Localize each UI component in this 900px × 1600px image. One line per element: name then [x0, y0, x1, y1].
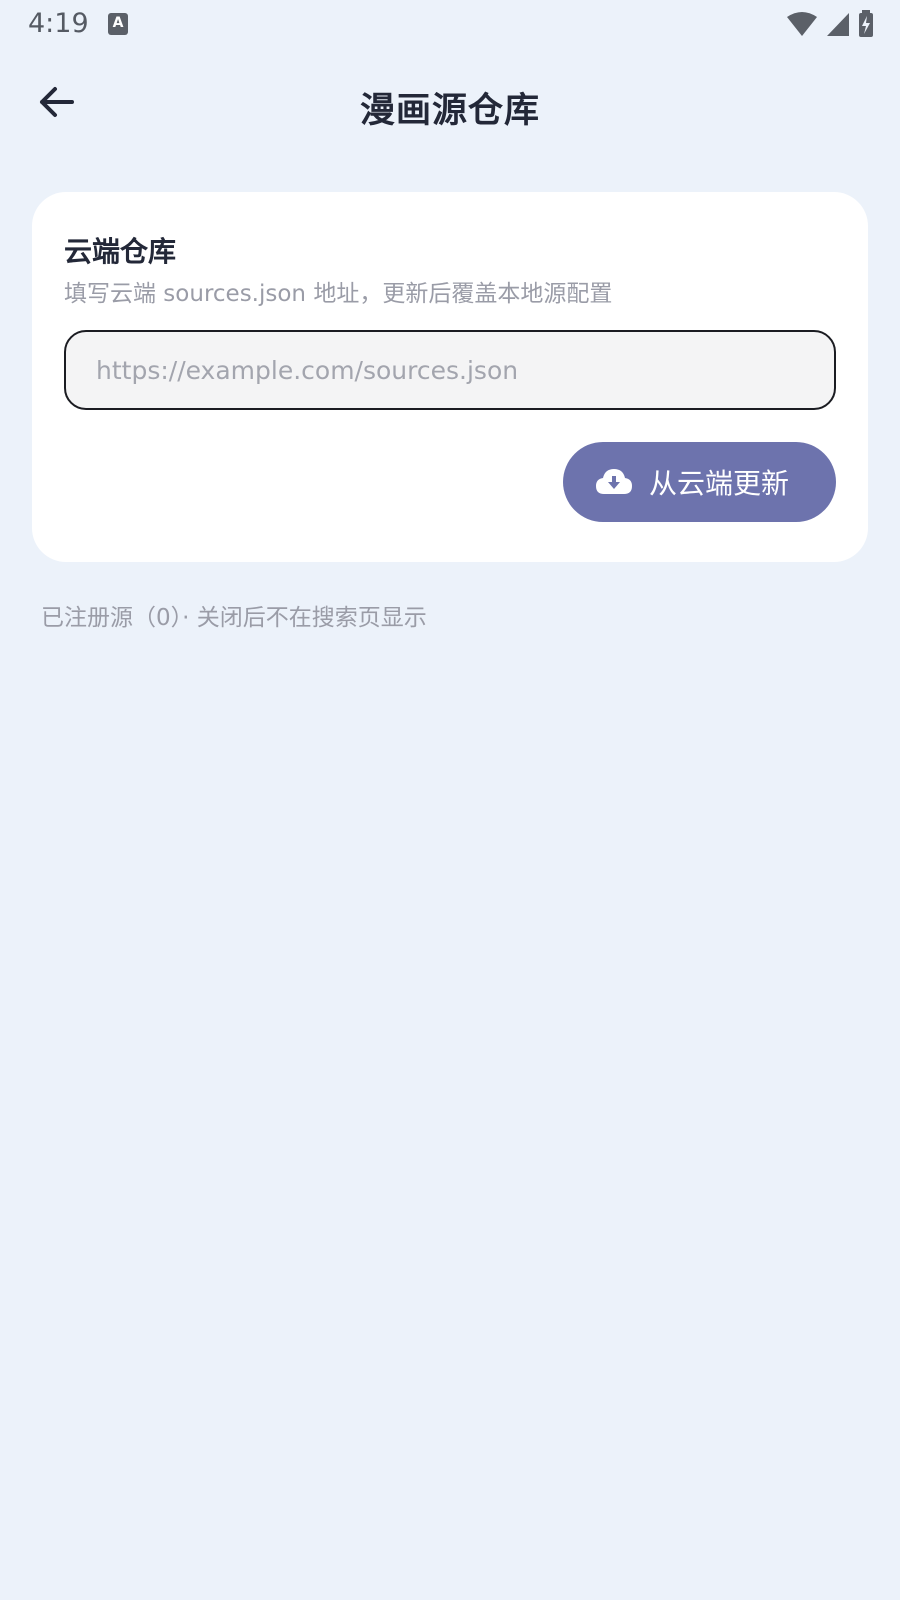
- cell-signal-icon: [826, 11, 850, 37]
- update-from-cloud-button[interactable]: 从云端更新: [563, 442, 836, 522]
- sources-url-input[interactable]: [64, 330, 836, 410]
- page-title: 漫画源仓库: [359, 91, 540, 131]
- battery-charging-icon: [858, 10, 874, 38]
- app-bar: 漫画源仓库: [0, 60, 900, 152]
- status-icons: [786, 10, 874, 38]
- cloud-download-icon: [595, 467, 633, 498]
- screen: 4:19 A 漫画源仓库 云端仓库 填写云端 sources.json 地址，更…: [0, 0, 900, 1600]
- registered-sources-info: 已注册源（0）· 关闭后不在搜索页显示: [41, 605, 427, 631]
- card-title: 云端仓库: [64, 235, 177, 268]
- cloud-repo-card: 云端仓库 填写云端 sources.json 地址，更新后覆盖本地源配置 从云端…: [32, 192, 868, 562]
- text-a-icon: A: [108, 13, 128, 35]
- card-description: 填写云端 sources.json 地址，更新后覆盖本地源配置: [64, 281, 613, 307]
- status-time: 4:19: [28, 8, 89, 39]
- update-button-label: 从云端更新: [649, 467, 790, 500]
- status-bar: 4:19 A: [0, 0, 900, 48]
- wifi-icon: [786, 11, 818, 37]
